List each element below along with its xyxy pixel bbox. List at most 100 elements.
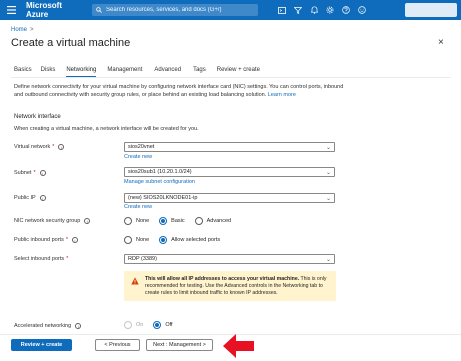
- create-new-vnet-link[interactable]: Create new: [124, 154, 152, 160]
- public-inbound-ports-label: Public inbound ports * i: [14, 237, 78, 243]
- public-ip-value: (new) SIOS20LKNODE01-ip: [128, 195, 198, 201]
- radio-button-selected[interactable]: [159, 217, 168, 225]
- inbound-warning-banner: This will allow all IP addresses to acce…: [124, 271, 336, 301]
- accelerated-option-off[interactable]: Off: [153, 321, 173, 329]
- inbound-option-allow-selected-label: Allow selected ports: [171, 237, 221, 243]
- public-ip-label: Public IP i: [14, 195, 46, 201]
- radio-button-selected[interactable]: [159, 236, 168, 244]
- chevron-down-icon: ⌄: [325, 145, 331, 151]
- info-icon[interactable]: i: [84, 218, 91, 224]
- info-icon[interactable]: i: [39, 195, 46, 201]
- breadcrumb: Home >: [11, 27, 34, 33]
- tabs-divider: [11, 77, 451, 78]
- accelerated-networking-radio-group: On Off: [124, 321, 183, 329]
- brand-title[interactable]: Microsoft Azure: [26, 1, 86, 19]
- required-marker: *: [66, 256, 69, 262]
- subnet-label-text: Subnet: [14, 170, 32, 176]
- close-icon[interactable]: ×: [438, 37, 444, 48]
- chevron-down-icon: ⌄: [325, 257, 331, 263]
- tab-tags[interactable]: Tags: [193, 67, 206, 77]
- page-title: Create a virtual machine: [11, 37, 131, 49]
- breadcrumb-home[interactable]: Home: [11, 27, 27, 33]
- inbound-option-none-label: None: [136, 237, 150, 243]
- info-icon[interactable]: i: [75, 323, 82, 329]
- public-inbound-ports-radio-group: None Allow selected ports: [124, 236, 230, 244]
- wizard-tabs: Basics Disks Networking Management Advan…: [14, 67, 260, 77]
- public-ip-dropdown[interactable]: (new) SIOS20LKNODE01-ip ⌄: [124, 193, 335, 203]
- radio-button-selected[interactable]: [153, 321, 162, 329]
- next-management-button[interactable]: Next : Management >: [146, 339, 213, 351]
- radio-button[interactable]: [124, 217, 132, 225]
- nsg-label: NIC network security group i: [14, 218, 91, 224]
- required-marker: *: [33, 170, 36, 176]
- virtual-network-label: Virtual network * i: [14, 144, 65, 150]
- accelerated-networking-label-text: Accelerated networking: [14, 323, 72, 329]
- filter-icon[interactable]: [292, 4, 304, 16]
- warning-bold-text: This will allow all IP addresses to acce…: [145, 276, 300, 282]
- radio-button-disabled[interactable]: [124, 321, 132, 329]
- nsg-label-text: NIC network security group: [14, 218, 81, 224]
- tab-networking[interactable]: Networking: [66, 67, 97, 77]
- accelerated-option-on-label: On: [136, 322, 144, 328]
- nsg-option-none[interactable]: None: [124, 217, 149, 225]
- select-inbound-ports-label: Select inbound ports *: [14, 256, 68, 262]
- info-icon[interactable]: i: [39, 170, 46, 176]
- inbound-option-allow-selected[interactable]: Allow selected ports: [159, 236, 220, 244]
- azure-top-bar: Microsoft Azure Search resources, servic…: [0, 0, 461, 20]
- network-interface-heading: Network interface: [14, 114, 61, 120]
- tab-management[interactable]: Management: [107, 67, 142, 77]
- info-icon[interactable]: i: [58, 144, 65, 150]
- tab-disks[interactable]: Disks: [41, 67, 56, 77]
- accelerated-option-on[interactable]: On: [124, 321, 143, 329]
- chevron-down-icon: ⌄: [325, 170, 331, 176]
- tab-basics[interactable]: Basics: [14, 67, 32, 77]
- warning-message: This will allow all IP addresses to acce…: [145, 276, 332, 297]
- learn-more-link[interactable]: Learn more: [268, 92, 296, 98]
- nsg-option-basic-label: Basic: [171, 218, 185, 224]
- review-create-button[interactable]: Review + create: [11, 339, 72, 351]
- public-ip-label-text: Public IP: [14, 195, 36, 201]
- virtual-network-dropdown[interactable]: sios20vnet ⌄: [124, 142, 335, 152]
- search-icon: [96, 7, 102, 13]
- manage-subnet-link[interactable]: Manage subnet configuration: [124, 179, 195, 185]
- feedback-icon[interactable]: [356, 4, 368, 16]
- bell-icon[interactable]: [308, 4, 320, 16]
- global-search-input[interactable]: Search resources, services, and docs (G+…: [92, 4, 258, 16]
- info-icon[interactable]: i: [71, 237, 78, 243]
- radio-button[interactable]: [124, 236, 132, 244]
- warning-icon: [131, 277, 139, 285]
- search-placeholder: Search resources, services, and docs (G+…: [106, 7, 222, 13]
- network-interface-description: When creating a virtual machine, a netwo…: [14, 126, 199, 132]
- select-inbound-ports-label-text: Select inbound ports: [14, 256, 65, 262]
- networking-intro: Define network connectivity for your vir…: [14, 84, 344, 99]
- question-icon[interactable]: [340, 4, 352, 16]
- nsg-option-advanced[interactable]: Advanced: [194, 217, 232, 225]
- nsg-radio-group: None Basic Advanced: [124, 217, 241, 225]
- hamburger-menu-icon[interactable]: [0, 0, 22, 20]
- inbound-ports-value: RDP (3389): [128, 256, 157, 262]
- required-marker: *: [65, 237, 68, 243]
- subnet-value: sios20sub1 (10.20.1.0/24): [128, 169, 192, 175]
- tab-advanced[interactable]: Advanced: [154, 67, 181, 77]
- subnet-label: Subnet * i: [14, 170, 46, 176]
- create-new-public-ip-link[interactable]: Create new: [124, 204, 152, 210]
- gear-icon[interactable]: [324, 4, 336, 16]
- nsg-option-advanced-label: Advanced: [206, 218, 232, 224]
- previous-button[interactable]: < Previous: [95, 339, 140, 351]
- inbound-option-none[interactable]: None: [124, 236, 149, 244]
- terminal-icon[interactable]: [276, 4, 288, 16]
- nsg-option-basic[interactable]: Basic: [159, 217, 185, 225]
- nsg-option-none-label: None: [136, 218, 150, 224]
- breadcrumb-separator: >: [30, 27, 34, 33]
- red-arrow-annotation-icon: [223, 334, 254, 358]
- virtual-network-label-text: Virtual network: [14, 144, 51, 150]
- tab-review-create[interactable]: Review + create: [217, 67, 260, 77]
- radio-button[interactable]: [194, 217, 203, 225]
- accelerated-networking-label: Accelerated networking i: [14, 323, 82, 329]
- required-marker: *: [52, 144, 55, 150]
- subnet-dropdown[interactable]: sios20sub1 (10.20.1.0/24) ⌄: [124, 167, 335, 177]
- accelerated-option-off-label: Off: [165, 322, 173, 328]
- account-avatar[interactable]: [405, 3, 457, 17]
- chevron-down-icon: ⌄: [325, 196, 331, 202]
- select-inbound-ports-dropdown[interactable]: RDP (3389) ⌄: [124, 254, 335, 264]
